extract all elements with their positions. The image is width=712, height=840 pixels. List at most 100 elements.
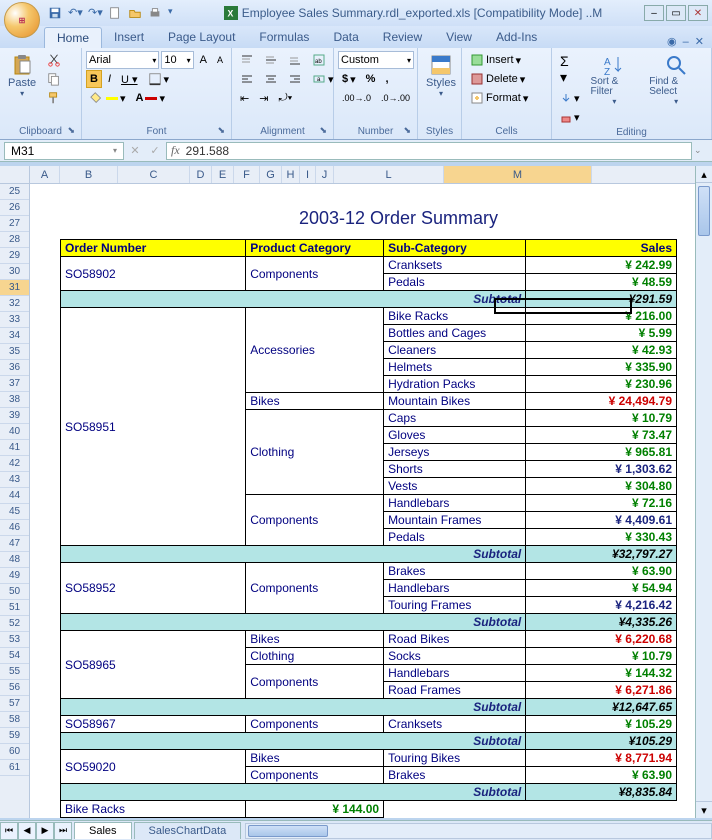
row-header-60[interactable]: 60	[0, 744, 29, 760]
undo-icon[interactable]: ↶▾	[68, 6, 82, 20]
row-header-26[interactable]: 26	[0, 200, 29, 216]
next-sheet-button[interactable]: ▶	[36, 822, 54, 840]
font-size-input[interactable]: 10▾	[161, 51, 193, 69]
row-header-42[interactable]: 42	[0, 456, 29, 472]
italic-button[interactable]: I	[104, 70, 115, 88]
row-header-35[interactable]: 35	[0, 344, 29, 360]
first-sheet-button[interactable]: ⏮	[0, 822, 18, 840]
tab-view[interactable]: View	[434, 27, 484, 48]
minimize-button[interactable]: –	[644, 5, 664, 21]
row-header-37[interactable]: 37	[0, 376, 29, 392]
tab-review[interactable]: Review	[371, 27, 434, 48]
decrease-decimal-button[interactable]: .0→.00	[377, 89, 414, 107]
row-header-55[interactable]: 55	[0, 664, 29, 680]
decrease-indent-button[interactable]: ⇤	[236, 89, 253, 107]
row-header-41[interactable]: 41	[0, 440, 29, 456]
border-button[interactable]: ▾	[144, 70, 174, 88]
select-all-corner[interactable]	[0, 166, 30, 184]
increase-decimal-button[interactable]: .00→.0	[338, 89, 375, 107]
scroll-up-icon[interactable]: ▴	[696, 166, 712, 183]
tab-insert[interactable]: Insert	[102, 27, 156, 48]
autosum-button[interactable]: Σ ▾	[556, 51, 584, 88]
delete-cells-button[interactable]: Delete ▾	[466, 70, 547, 88]
row-header-44[interactable]: 44	[0, 488, 29, 504]
row-header-57[interactable]: 57	[0, 696, 29, 712]
align-right-button[interactable]	[284, 70, 306, 88]
row-header-29[interactable]: 29	[0, 248, 29, 264]
row-header-45[interactable]: 45	[0, 504, 29, 520]
row-header-46[interactable]: 46	[0, 520, 29, 536]
increase-font-button[interactable]: A	[196, 51, 211, 69]
insert-cells-button[interactable]: Insert ▾	[466, 51, 547, 69]
col-header-B[interactable]: B	[60, 166, 118, 183]
tab-add-ins[interactable]: Add-Ins	[484, 27, 549, 48]
percent-button[interactable]: %	[362, 70, 380, 88]
help-icon[interactable]: ◉	[667, 35, 677, 48]
row-header-33[interactable]: 33	[0, 312, 29, 328]
wrap-text-button[interactable]: ab	[308, 51, 330, 69]
row-header-40[interactable]: 40	[0, 424, 29, 440]
row-header-51[interactable]: 51	[0, 600, 29, 616]
format-cells-button[interactable]: Format ▾	[466, 89, 547, 107]
underline-button[interactable]: U ▾	[117, 70, 142, 88]
open-icon[interactable]	[128, 6, 142, 20]
row-header-52[interactable]: 52	[0, 616, 29, 632]
col-header-G[interactable]: G	[260, 166, 282, 183]
col-header-M[interactable]: M	[444, 166, 592, 183]
redo-icon[interactable]: ↷▾	[88, 6, 102, 20]
print-icon[interactable]	[148, 6, 162, 20]
expand-formula-icon[interactable]: ⌄	[694, 145, 708, 156]
align-center-button[interactable]	[260, 70, 282, 88]
row-header-48[interactable]: 48	[0, 552, 29, 568]
comma-button[interactable]: ,	[381, 70, 392, 88]
sheet-tab-saleschartdata[interactable]: SalesChartData	[134, 822, 242, 839]
col-header-C[interactable]: C	[118, 166, 190, 183]
sheet-tab-sales[interactable]: Sales	[74, 822, 132, 839]
column-headers[interactable]: ABCDEFGHIJLM	[30, 166, 695, 184]
row-headers[interactable]: 2526272829303132333435363738394041424344…	[0, 184, 30, 818]
mdi-close-icon[interactable]: ✕	[695, 35, 704, 48]
vertical-scrollbar[interactable]: ▴ ▾	[695, 166, 712, 818]
save-icon[interactable]	[48, 6, 62, 20]
sort-filter-button[interactable]: AZ Sort & Filter▾	[587, 51, 643, 126]
row-header-54[interactable]: 54	[0, 648, 29, 664]
formula-input[interactable]: fx 291.588	[166, 142, 692, 160]
font-name-input[interactable]: Arial▾	[86, 51, 159, 69]
qat-more-icon[interactable]: ▾	[168, 6, 182, 20]
enter-formula-icon[interactable]: ✓	[146, 144, 164, 157]
tab-home[interactable]: Home	[44, 27, 102, 48]
scroll-down-icon[interactable]: ▾	[696, 801, 712, 818]
fill-button[interactable]: ▾	[556, 89, 584, 107]
align-left-button[interactable]	[236, 70, 258, 88]
maximize-button[interactable]: ▭	[666, 5, 686, 21]
clear-button[interactable]: ▾	[556, 108, 584, 126]
row-header-43[interactable]: 43	[0, 472, 29, 488]
row-header-34[interactable]: 34	[0, 328, 29, 344]
number-launcher[interactable]: ⬊	[403, 125, 411, 136]
row-header-49[interactable]: 49	[0, 568, 29, 584]
col-header-I[interactable]: I	[300, 166, 316, 183]
cut-button[interactable]	[43, 51, 65, 69]
styles-button[interactable]: Styles▾	[422, 51, 460, 125]
office-button[interactable]: ⊞	[4, 2, 40, 38]
font-color-button[interactable]: A▾	[132, 89, 169, 107]
row-header-31[interactable]: 31	[0, 280, 29, 296]
tab-data[interactable]: Data	[321, 27, 370, 48]
currency-button[interactable]: $▾	[338, 70, 360, 88]
row-header-32[interactable]: 32	[0, 296, 29, 312]
format-painter-button[interactable]	[43, 89, 65, 107]
align-middle-button[interactable]	[260, 51, 282, 69]
row-header-50[interactable]: 50	[0, 584, 29, 600]
row-header-36[interactable]: 36	[0, 360, 29, 376]
increase-indent-button[interactable]: ⇥	[255, 89, 272, 107]
tab-formulas[interactable]: Formulas	[247, 27, 321, 48]
row-header-28[interactable]: 28	[0, 232, 29, 248]
paste-button[interactable]: Paste ▾	[4, 51, 40, 125]
row-header-47[interactable]: 47	[0, 536, 29, 552]
row-header-39[interactable]: 39	[0, 408, 29, 424]
cancel-formula-icon[interactable]: ✕	[126, 144, 144, 157]
row-header-59[interactable]: 59	[0, 728, 29, 744]
orientation-button[interactable]: ⤾▾	[274, 89, 296, 107]
align-top-button[interactable]	[236, 51, 258, 69]
bold-button[interactable]: B	[86, 70, 102, 88]
